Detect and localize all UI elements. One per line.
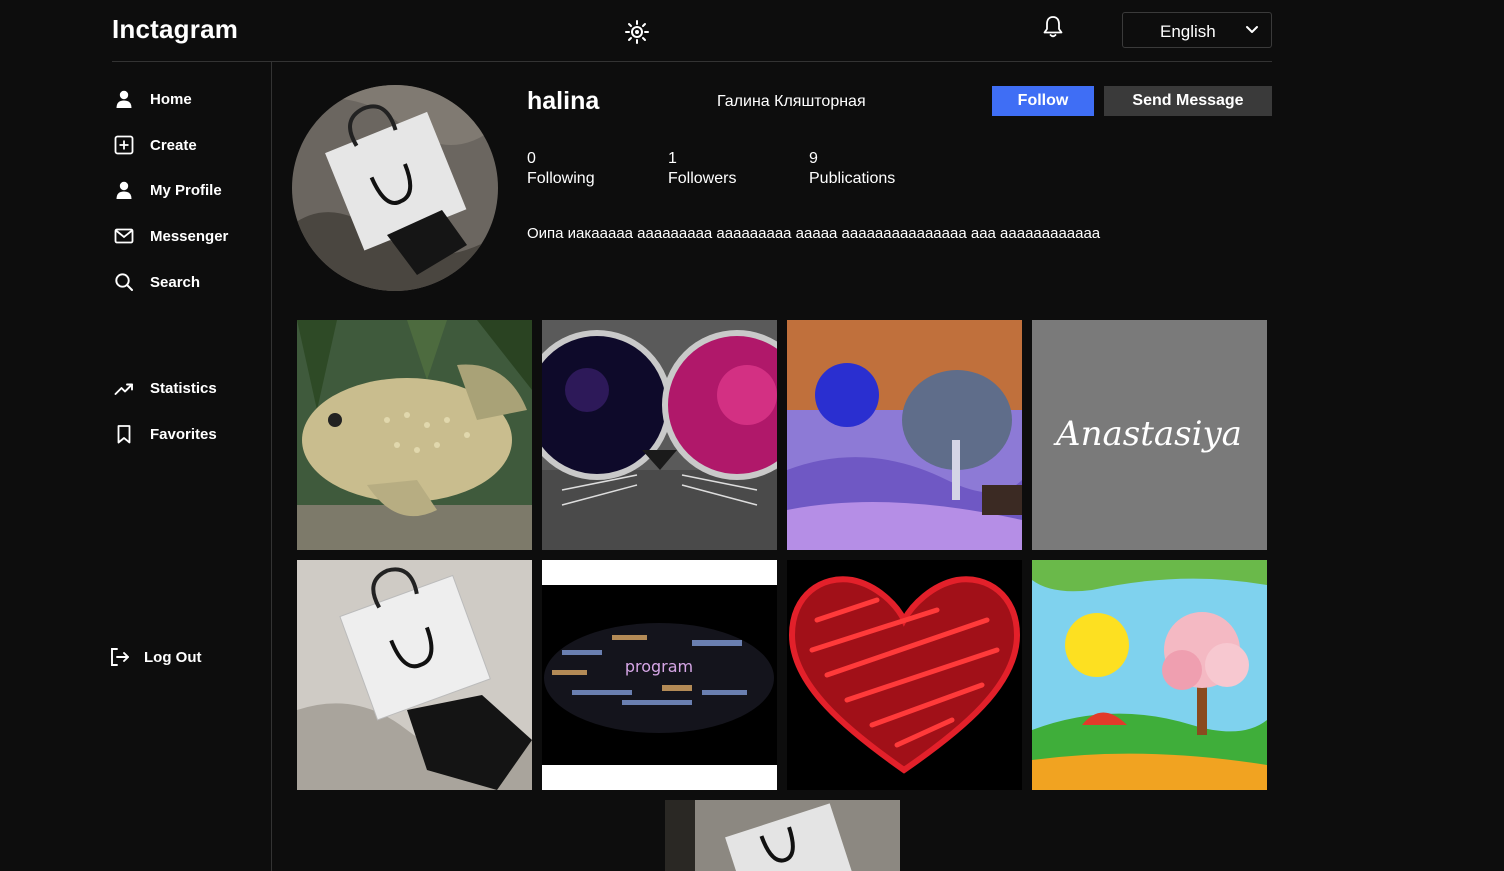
sidebar-item-favorites[interactable]: Favorites: [112, 419, 217, 449]
post-chanel-bag-2[interactable]: [665, 800, 900, 871]
person-icon: [112, 178, 136, 202]
sidebar-item-label: Statistics: [150, 379, 217, 397]
sidebar-item-messenger[interactable]: Messenger: [112, 221, 228, 251]
sidebar-item-search[interactable]: Search: [112, 267, 200, 297]
person-icon: [112, 87, 136, 111]
stat-label: Following: [527, 170, 595, 187]
logout-button[interactable]: Log Out: [108, 642, 201, 672]
stat-label: Followers: [668, 170, 737, 187]
sidebar-item-label: Messenger: [150, 227, 229, 245]
post-signature[interactable]: Anastasiya: [1032, 320, 1267, 550]
post-red-heart[interactable]: [787, 560, 1022, 790]
profile-bio: Оипа иакааааа ааааааааа ааааааааа ааааа …: [527, 225, 1101, 242]
sidebar-item-label: Create: [150, 136, 197, 154]
language-select[interactable]: English: [1122, 12, 1272, 48]
post-cat-sunglasses[interactable]: [542, 320, 777, 550]
post-cartoon-landscape[interactable]: [1032, 560, 1267, 790]
sidebar: Home Create My Profile Messenger Search …: [0, 61, 272, 871]
send-message-button[interactable]: Send Message: [1104, 86, 1272, 116]
stat-following[interactable]: 0 Following: [527, 149, 595, 189]
profile-full-name: Галина Кляшторная: [717, 93, 866, 110]
post-chanel-bag[interactable]: [297, 560, 532, 790]
bookmark-icon: [112, 422, 136, 446]
sidebar-item-label: Favorites: [150, 425, 217, 443]
post-word-cloud[interactable]: program: [542, 560, 777, 790]
sidebar-item-label: Home: [150, 90, 192, 108]
sidebar-item-create[interactable]: Create: [112, 130, 197, 160]
follow-button[interactable]: Follow: [992, 86, 1094, 116]
sidebar-item-label: My Profile: [150, 181, 222, 199]
stat-count: 1: [668, 150, 677, 167]
bell-icon[interactable]: [1040, 14, 1066, 40]
signature-text: Anastasiya: [1053, 414, 1242, 454]
stat-count: 9: [809, 150, 818, 167]
post-tree-landscape[interactable]: [787, 320, 1022, 550]
avatar: [292, 85, 498, 291]
stat-count: 0: [527, 150, 536, 167]
logout-icon: [108, 645, 132, 669]
word-cloud-text: program: [625, 657, 693, 676]
sidebar-item-my-profile[interactable]: My Profile: [112, 175, 222, 205]
profile-username: halina: [527, 87, 600, 115]
plus-square-icon: [112, 133, 136, 157]
stat-followers[interactable]: 1 Followers: [668, 149, 736, 189]
mail-icon: [112, 224, 136, 248]
theme-toggle-icon[interactable]: [624, 19, 650, 45]
app-logo[interactable]: Inctagram: [112, 14, 238, 45]
stat-publications[interactable]: 9 Publications: [809, 149, 895, 189]
language-select-value: English: [1160, 22, 1216, 41]
logout-label: Log Out: [144, 648, 202, 666]
chevron-down-icon: [1245, 23, 1259, 37]
post-fish[interactable]: [297, 320, 532, 550]
sidebar-item-label: Search: [150, 273, 201, 291]
search-icon: [112, 270, 136, 294]
top-bar: Inctagram English: [112, 0, 1272, 62]
trending-up-icon: [112, 376, 136, 400]
stat-label: Publications: [809, 170, 896, 187]
sidebar-item-home[interactable]: Home: [112, 84, 192, 114]
sidebar-item-statistics[interactable]: Statistics: [112, 373, 217, 403]
